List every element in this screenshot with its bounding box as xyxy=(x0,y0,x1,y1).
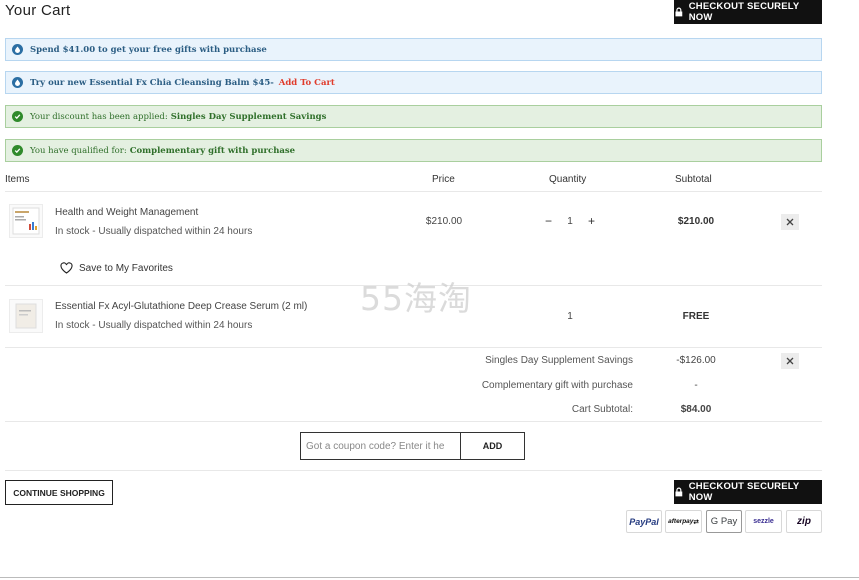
remove-item-button[interactable] xyxy=(781,214,799,230)
summary-value: - xyxy=(694,380,698,391)
add-to-cart-link[interactable]: Add To Cart xyxy=(279,78,335,88)
product-name[interactable]: Essential Fx Acyl-Glutathione Deep Creas… xyxy=(55,301,307,312)
product-subtotal: FREE xyxy=(682,311,710,322)
paypal-logo: PayPal xyxy=(626,510,662,533)
quantity-decrease-button[interactable]: − xyxy=(545,214,552,228)
google-pay-logo: G Pay xyxy=(706,510,742,533)
product-subtotal: $210.00 xyxy=(677,216,715,227)
header-price: Price xyxy=(432,174,455,185)
close-icon xyxy=(786,357,794,365)
remove-discount-button[interactable] xyxy=(781,353,799,369)
continue-shopping-button[interactable]: CONTINUE SHOPPING xyxy=(5,480,113,505)
product-thumbnail[interactable] xyxy=(9,204,43,238)
notice-text: Try our new Essential Fx Chia Cleansing … xyxy=(30,77,274,88)
product-sachet-icon xyxy=(15,303,37,329)
product-thumbnail[interactable] xyxy=(9,299,43,333)
drop-icon xyxy=(12,44,23,55)
cart-subtotal-value: $84.00 xyxy=(680,404,712,415)
free-gift-notice: Spend $41.00 to get your free gifts with… xyxy=(5,38,822,61)
checkout-button-bottom[interactable]: CHECKOUT SECURELY NOW xyxy=(674,480,822,504)
quantity-value[interactable]: 1 xyxy=(563,216,577,227)
afterpay-logo: afterpay ⇄ xyxy=(665,510,702,533)
checkout-label: CHECKOUT SECURELY NOW xyxy=(688,481,800,503)
check-icon xyxy=(12,111,23,122)
discount-applied-notice: Your discount has been applied: Singles … xyxy=(5,105,822,128)
checkout-label: CHECKOUT SECURELY NOW xyxy=(688,1,800,23)
summary-label: Cart Subtotal: xyxy=(571,404,633,415)
divider xyxy=(5,470,822,471)
summary-value: -$126.00 xyxy=(676,355,716,366)
header-items: Items xyxy=(5,174,30,185)
divider xyxy=(5,191,822,192)
check-icon xyxy=(12,145,23,156)
watermark-logo: 55海淘 xyxy=(360,279,472,318)
sezzle-logo: sezzle xyxy=(745,510,782,533)
page-bottom-divider xyxy=(0,577,859,578)
coupon-input[interactable] xyxy=(300,432,461,460)
product-stock: In stock - Usually dispatched within 24 … xyxy=(55,226,253,237)
new-product-notice: Try our new Essential Fx Chia Cleansing … xyxy=(5,71,822,94)
heart-icon xyxy=(60,262,73,274)
summary-label: Complementary gift with purchase xyxy=(481,380,633,391)
notice-text: Spend $41.00 to get your free gifts with… xyxy=(30,44,267,55)
product-stock: In stock - Usually dispatched within 24 … xyxy=(55,320,253,331)
coupon-add-button[interactable]: ADD xyxy=(460,432,525,460)
quantity-increase-button[interactable]: + xyxy=(588,214,595,228)
save-to-favorites[interactable]: Save to My Favorites xyxy=(60,262,173,274)
zip-logo: zip xyxy=(786,510,822,533)
quantity-value: 1 xyxy=(567,311,573,322)
drop-icon xyxy=(12,77,23,88)
product-box-icon xyxy=(12,207,40,235)
summary-label: Singles Day Supplement Savings xyxy=(485,355,633,366)
notice-strong: Complementary gift with purchase xyxy=(129,145,296,156)
product-price: $210.00 xyxy=(425,216,463,227)
header-quantity: Quantity xyxy=(549,174,587,185)
page-title: Your Cart xyxy=(5,2,71,19)
notice-prefix: Your discount has been applied: xyxy=(30,111,168,122)
notice-strong: Singles Day Supplement Savings xyxy=(170,111,327,122)
favorite-label: Save to My Favorites xyxy=(79,262,173,274)
qualified-gift-notice: You have qualified for: Complementary gi… xyxy=(5,139,822,162)
divider xyxy=(5,347,822,348)
lock-icon xyxy=(675,7,683,17)
notice-prefix: You have qualified for: xyxy=(30,145,127,156)
close-icon xyxy=(786,218,794,226)
header-subtotal: Subtotal xyxy=(675,174,712,185)
lock-icon xyxy=(675,487,683,497)
divider xyxy=(5,421,822,422)
product-name[interactable]: Health and Weight Management xyxy=(55,207,198,218)
checkout-button-top[interactable]: CHECKOUT SECURELY NOW xyxy=(674,0,822,24)
